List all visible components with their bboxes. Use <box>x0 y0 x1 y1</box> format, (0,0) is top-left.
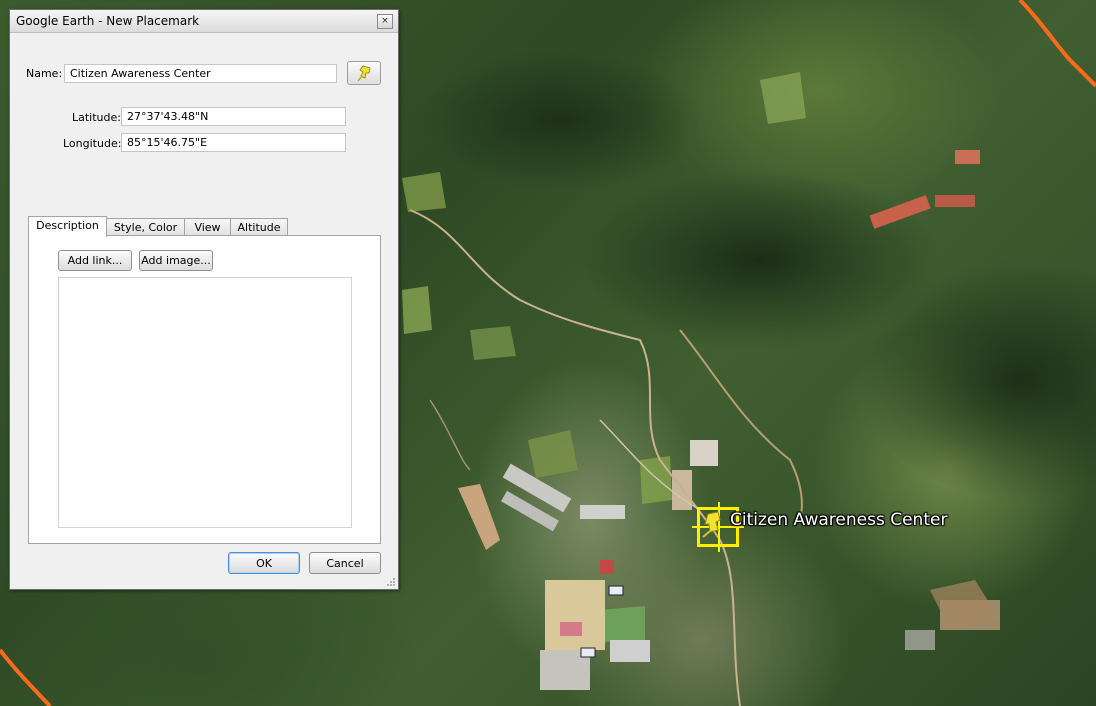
map-road <box>679 329 803 521</box>
placemark-label[interactable]: Citizen Awareness Center <box>730 510 947 530</box>
map-field <box>528 430 578 478</box>
map-building <box>955 150 980 164</box>
dialog-title: Google Earth - New Placemark <box>16 14 200 28</box>
map-building <box>545 580 605 650</box>
map-boundary-line <box>0 648 52 706</box>
name-input[interactable] <box>64 64 337 83</box>
map-flag-marker <box>608 585 624 596</box>
map-flag-marker <box>580 647 596 658</box>
map-building <box>690 440 718 466</box>
map-building <box>560 622 582 636</box>
cancel-button[interactable]: Cancel <box>309 552 381 574</box>
map-building <box>600 560 614 574</box>
tab-altitude[interactable]: Altitude <box>230 218 288 236</box>
add-image-button[interactable]: Add image... <box>139 250 213 271</box>
map-building <box>610 640 650 662</box>
map-field <box>470 326 516 360</box>
longitude-label: Longitude: <box>63 137 122 150</box>
close-button[interactable]: × <box>377 14 393 29</box>
description-panel: Add link... Add image... <box>28 235 381 544</box>
yellow-pushpin-icon <box>357 65 371 82</box>
new-placemark-dialog: Google Earth - New Placemark × Name: Lat… <box>9 9 399 590</box>
close-icon: × <box>381 16 389 26</box>
map-field <box>640 456 672 504</box>
tab-description[interactable]: Description <box>28 216 107 237</box>
latitude-input[interactable] <box>121 107 346 126</box>
ok-button[interactable]: OK <box>228 552 300 574</box>
add-link-button[interactable]: Add link... <box>58 250 132 271</box>
map-field <box>760 72 806 124</box>
name-label: Name: <box>26 67 63 80</box>
latitude-label: Latitude: <box>72 111 121 124</box>
description-textarea[interactable] <box>58 277 352 528</box>
tab-style-color[interactable]: Style, Color <box>106 218 185 236</box>
map-field <box>402 286 432 334</box>
yellow-pushpin-icon[interactable] <box>700 510 726 538</box>
map-building <box>869 195 931 229</box>
placemark-icon-button[interactable] <box>347 61 381 85</box>
map-building <box>905 630 935 650</box>
tab-view[interactable]: View <box>184 218 231 236</box>
map-field <box>402 172 446 212</box>
longitude-input[interactable] <box>121 133 346 152</box>
resize-grip-icon[interactable] <box>386 577 396 587</box>
dialog-titlebar[interactable]: Google Earth - New Placemark × <box>10 10 398 33</box>
map-soil <box>458 484 500 550</box>
map-building <box>580 505 625 519</box>
map-road <box>429 399 471 471</box>
map-boundary-line <box>1018 0 1096 88</box>
map-field <box>600 606 645 642</box>
map-building <box>935 195 975 207</box>
